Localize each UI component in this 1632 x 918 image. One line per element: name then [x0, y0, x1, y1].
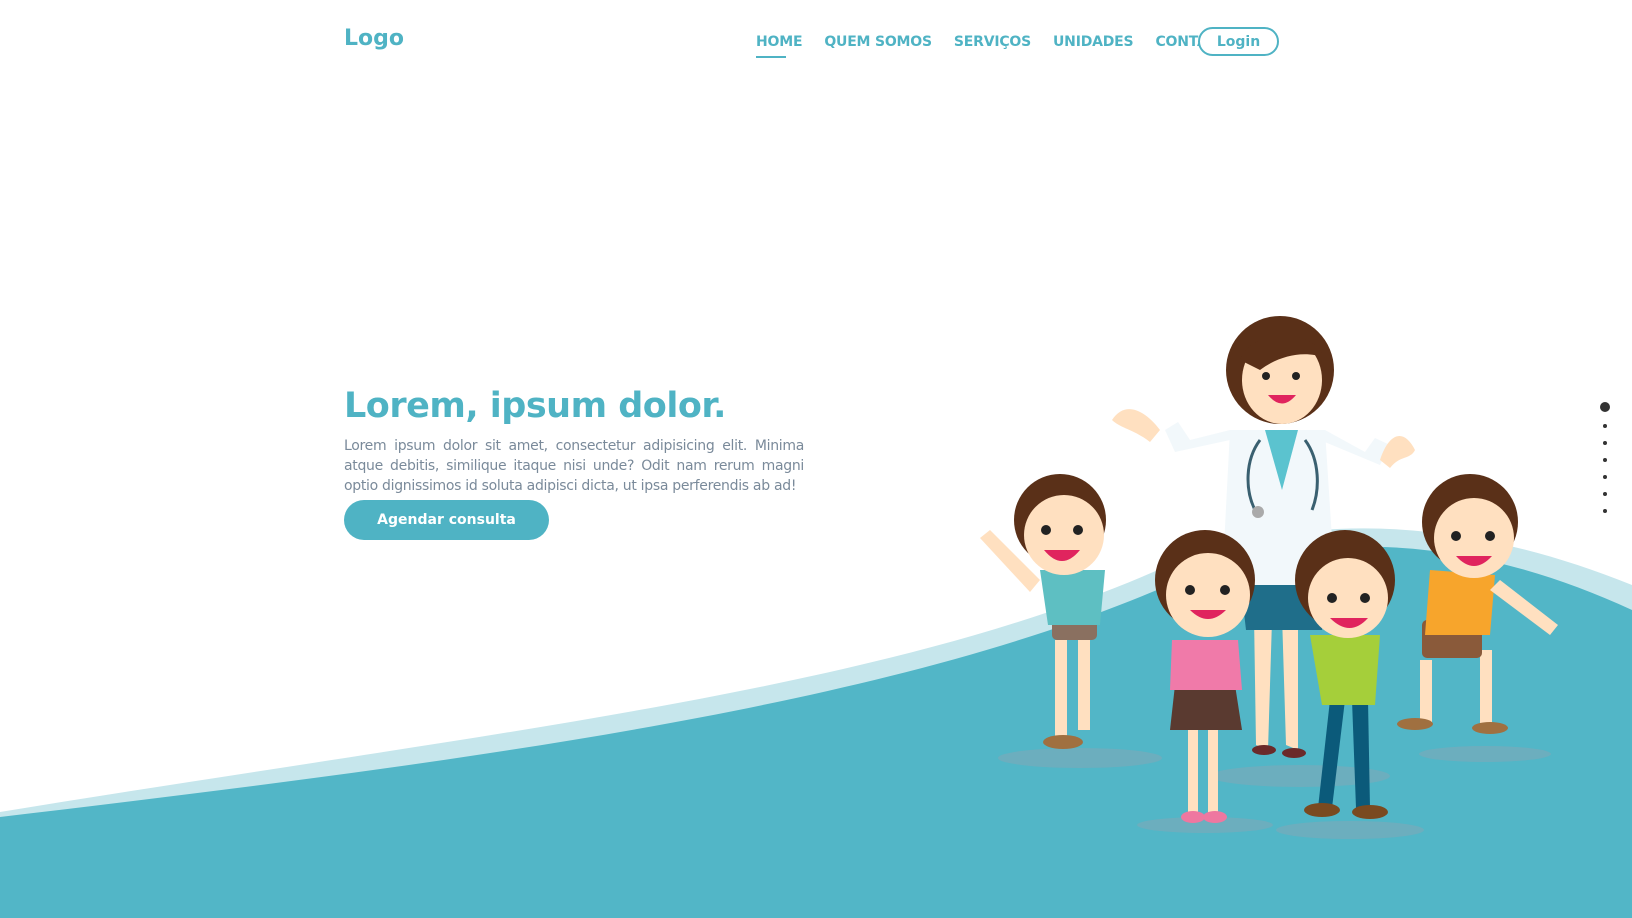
- boy-right-figure: [1397, 474, 1558, 734]
- nav-link-home[interactable]: HOME: [756, 34, 803, 58]
- slider-dot-7[interactable]: [1603, 509, 1607, 513]
- slider-dot-3[interactable]: [1603, 441, 1607, 445]
- hero-title: Lorem, ipsum dolor.: [344, 386, 726, 426]
- nav-link-quem-somos[interactable]: QUEM SOMOS: [824, 34, 932, 50]
- logo[interactable]: Logo: [344, 26, 404, 51]
- nav-link-servicos[interactable]: SERVIÇOS: [954, 34, 1031, 50]
- nav-links: HOME QUEM SOMOS SERVIÇOS UNIDADES CONTAT…: [756, 34, 1250, 58]
- boy-left-figure: [980, 474, 1106, 749]
- nav-link-unidades[interactable]: UNIDADES: [1053, 34, 1134, 50]
- doctor-and-children-illustration: [980, 316, 1558, 839]
- schedule-appointment-button[interactable]: Agendar consulta: [344, 500, 549, 540]
- slider-dot-4[interactable]: [1603, 458, 1607, 462]
- hero-description: Lorem ipsum dolor sit amet, consectetur …: [344, 438, 804, 494]
- slider-dot-1[interactable]: [1600, 402, 1610, 412]
- login-button[interactable]: Login: [1198, 27, 1279, 56]
- slider-dot-2[interactable]: [1603, 424, 1607, 428]
- navbar: Logo HOME QUEM SOMOS SERVIÇOS UNIDADES C…: [0, 0, 1632, 84]
- slider-dot-6[interactable]: [1603, 492, 1607, 496]
- slider-dot-5[interactable]: [1603, 475, 1607, 479]
